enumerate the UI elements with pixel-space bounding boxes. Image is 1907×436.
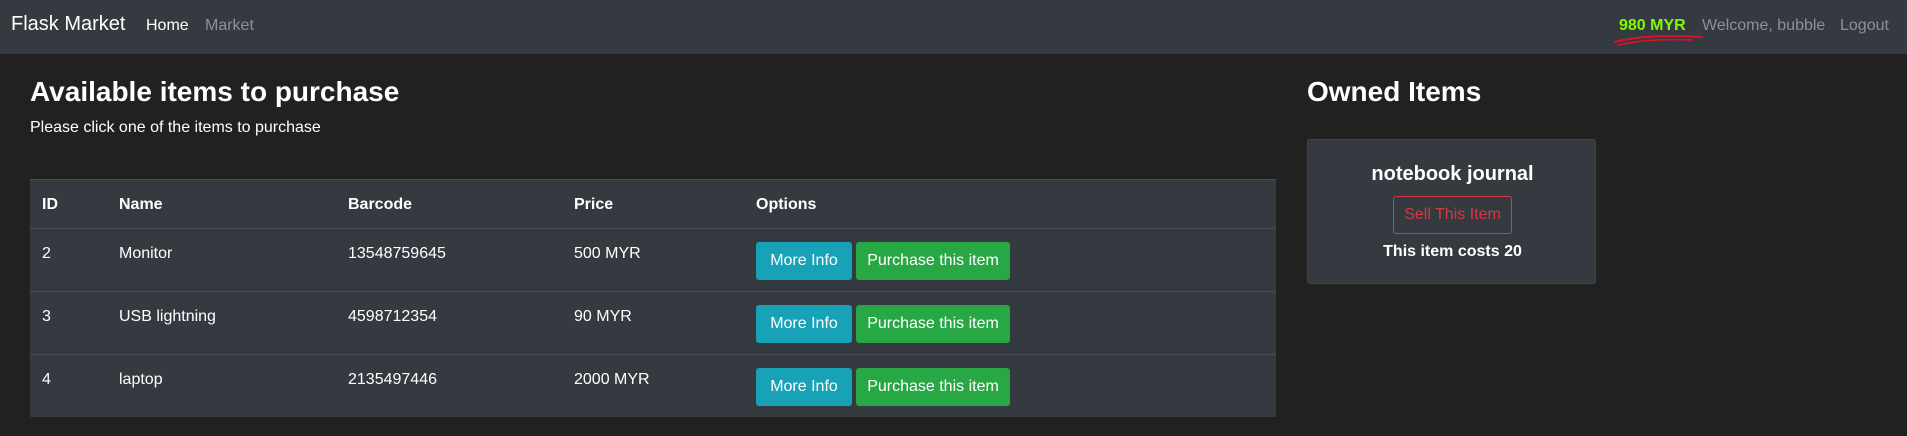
owned-heading: Owned Items [1307, 76, 1482, 107]
table-row: 4 laptop 2135497446 2000 MYR More Info P… [30, 354, 1276, 417]
brand-link[interactable]: Flask Market [11, 13, 125, 36]
table-header-row: ID Name Barcode Price Options [30, 179, 1276, 228]
nav-home-link[interactable]: Home [146, 17, 189, 35]
cell-barcode: 4598712354 [348, 308, 437, 325]
column-header-name: Name [119, 196, 163, 213]
cell-id: 2 [42, 245, 51, 262]
cell-barcode: 2135497446 [348, 371, 437, 388]
logout-link[interactable]: Logout [1840, 17, 1889, 35]
red-scribble-annotation [1614, 35, 1703, 46]
column-header-id: ID [42, 196, 58, 213]
sell-item-button[interactable]: Sell This Item [1393, 196, 1512, 234]
market-heading: Available items to purchase [30, 76, 400, 107]
purchase-button[interactable]: Purchase this item [856, 305, 1010, 343]
cell-name: laptop [119, 371, 163, 388]
cell-price: 500 MYR [574, 245, 641, 262]
market-table: ID Name Barcode Price Options 2 Monitor … [30, 179, 1276, 417]
cell-price: 90 MYR [574, 308, 632, 325]
column-header-options: Options [756, 196, 817, 213]
purchase-button[interactable]: Purchase this item [856, 368, 1010, 406]
more-info-button[interactable]: More Info [756, 305, 852, 343]
nav-market-link[interactable]: Market [205, 17, 254, 35]
owned-item-cost: This item costs 20 [1383, 243, 1522, 260]
column-header-price: Price [574, 196, 614, 213]
cell-id: 4 [42, 371, 51, 388]
cell-id: 3 [42, 308, 51, 325]
cell-name: Monitor [119, 245, 173, 262]
cell-price: 2000 MYR [574, 371, 650, 388]
welcome-text: Welcome, bubble [1702, 17, 1826, 34]
purchase-button[interactable]: Purchase this item [856, 242, 1010, 280]
owned-item-name: notebook journal [1371, 163, 1534, 185]
owned-item-card: notebook journal Sell This Item This ite… [1307, 139, 1596, 284]
market-subtitle: Please click one of the items to purchas… [30, 119, 321, 136]
table-row: 3 USB lightning 4598712354 90 MYR More I… [30, 291, 1276, 354]
cell-name: USB lightning [119, 308, 216, 325]
cell-barcode: 13548759645 [348, 245, 446, 262]
navbar: Flask Market Home Market 980 MYR Welcome… [0, 0, 1907, 54]
column-header-barcode: Barcode [348, 196, 413, 213]
table-row: 2 Monitor 13548759645 500 MYR More Info … [30, 228, 1276, 291]
more-info-button[interactable]: More Info [756, 368, 852, 406]
more-info-button[interactable]: More Info [756, 242, 852, 280]
